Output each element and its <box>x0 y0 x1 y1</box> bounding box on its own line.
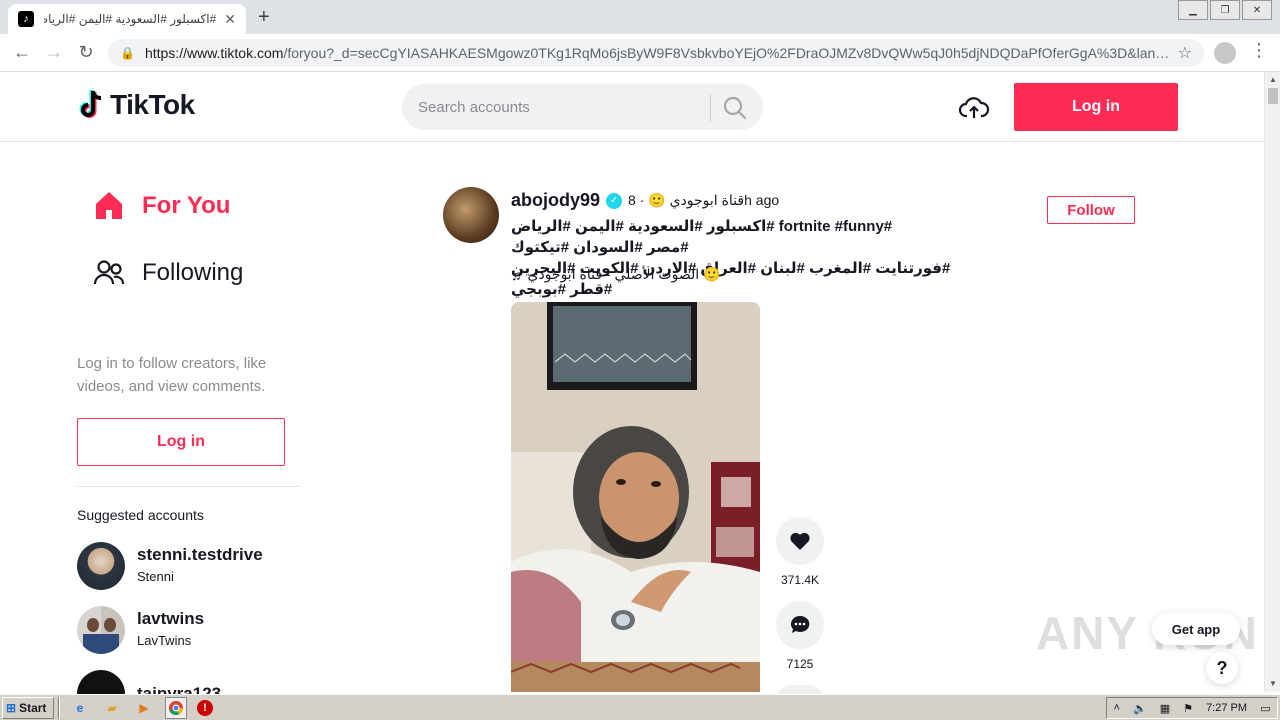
new-tab-icon[interactable]: + <box>258 6 270 29</box>
comment-icon <box>791 615 810 633</box>
post-author-meta: abojody99 ✓ قناة ابوجودي 🙂 · 8h ago <box>511 190 779 211</box>
forward-icon[interactable]: → <box>38 42 70 63</box>
url-text: https://www.tiktok.com/foryou?_d=secCgYI… <box>144 45 1170 61</box>
search-icon[interactable] <box>722 95 748 121</box>
suggested-accounts-title: Suggested accounts <box>77 507 204 523</box>
post-caption: #fortnite #funny #اكسبلور #السعودية #الي… <box>511 216 991 300</box>
browser-tab[interactable]: ♪ #اكسبلور #السعودية #اليمن #الرياض ✕ <box>8 4 246 34</box>
chrome-icon[interactable] <box>165 696 187 719</box>
verified-badge-icon: ✓ <box>606 192 623 209</box>
login-button-sidebar[interactable]: Log in <box>77 418 285 466</box>
suggested-account-nickname: Stenni <box>137 569 174 584</box>
music-title: الصوت الأصلي - قناة ابوجودي 🙂 <box>527 266 721 282</box>
minimize-icon[interactable]: ▁ <box>1178 0 1208 20</box>
search-bar <box>402 84 763 130</box>
address-bar[interactable]: 🔒 https://www.tiktok.com/foryou?_d=secCg… <box>108 39 1204 67</box>
restore-icon[interactable]: ❐ <box>1210 0 1240 20</box>
tab-close-icon[interactable]: ✕ <box>224 11 236 28</box>
logo-text: TikTok <box>110 89 195 120</box>
post-nickname-time: قناة ابوجودي 🙂 · 8h ago <box>628 192 780 208</box>
get-app-button[interactable]: Get app <box>1152 613 1240 645</box>
suggested-account-username: lavtwins <box>137 609 205 628</box>
tiktok-logo[interactable]: TikTok <box>78 89 195 121</box>
search-divider <box>710 94 711 122</box>
sidebar-item-for-you[interactable]: For You <box>92 188 243 224</box>
security-alert-icon[interactable]: ! <box>197 699 213 716</box>
start-button[interactable]: ⊞ Start <box>2 696 54 719</box>
comment-count: 7125 <box>786 657 814 671</box>
site-header: TikTok Log in <box>0 72 1264 142</box>
explorer-folder-icon[interactable]: ▰ <box>101 697 123 719</box>
close-window-icon[interactable]: ✕ <box>1242 0 1272 20</box>
avatar <box>77 542 125 590</box>
network-icon[interactable]: ▦ <box>1160 702 1170 715</box>
scroll-down-icon[interactable]: ▼ <box>1265 676 1280 692</box>
home-icon <box>96 192 122 219</box>
login-button-header[interactable]: Log in <box>1014 83 1178 131</box>
volume-icon[interactable]: 🔈 <box>1133 702 1147 715</box>
reload-icon[interactable]: ↻ <box>70 42 102 63</box>
profile-icon[interactable] <box>1214 42 1236 64</box>
video-player[interactable] <box>511 302 760 692</box>
music-note-icon: ♫ <box>511 266 522 283</box>
scroll-up-icon[interactable]: ▲ <box>1265 72 1280 88</box>
windows-taskbar: ⊞ Start e ▰ ▶ ! ˄ 🔈 ▦ ⚑ 7:27 PM ▭ <box>0 694 1280 720</box>
sidebar-item-label: For You <box>142 192 231 219</box>
browser-menu-icon[interactable]: ⋮ <box>1250 40 1268 61</box>
help-button[interactable]: ? <box>1206 652 1238 684</box>
avatar <box>77 606 125 654</box>
sidebar-nav: For You Following <box>92 188 243 322</box>
page-scrollbar[interactable]: ▲ ▼ <box>1264 72 1280 692</box>
people-icon <box>93 260 125 285</box>
post-music[interactable]: ♫ الصوت الأصلي - قناة ابوجودي 🙂 <box>511 266 720 283</box>
follow-button[interactable]: Follow <box>1047 196 1135 224</box>
comment-button[interactable] <box>776 601 824 649</box>
suggested-account-username: stenni.testdrive <box>137 545 263 564</box>
search-input[interactable] <box>418 98 708 116</box>
suggested-account[interactable]: lavtwins LavTwins <box>77 606 263 654</box>
upload-cloud-icon[interactable] <box>958 92 990 124</box>
suggested-account-nickname: LavTwins <box>137 633 192 648</box>
tiktok-favicon-icon: ♪ <box>18 11 34 27</box>
media-player-icon[interactable]: ▶ <box>133 697 155 719</box>
tab-title: #اكسبلور #السعودية #اليمن #الرياض <box>44 12 217 26</box>
show-desktop-icon[interactable]: ▭ <box>1260 702 1270 715</box>
browser-toolbar: ← → ↻ 🔒 https://www.tiktok.com/foryou?_d… <box>0 34 1280 72</box>
system-tray: ˄ 🔈 ▦ ⚑ 7:27 PM ▭ <box>1106 697 1278 719</box>
post-actions: 371.4K 7125 <box>776 517 824 701</box>
caption-line: #fortnite #funny #اكسبلور #السعودية #الي… <box>511 218 893 235</box>
bookmark-star-icon[interactable]: ☆ <box>1178 43 1192 63</box>
video-frame <box>511 302 760 692</box>
sidebar-item-label: Following <box>142 259 244 286</box>
tiktok-logo-icon <box>79 90 102 118</box>
flag-icon[interactable]: ⚑ <box>1183 702 1193 715</box>
windows-logo-icon: ⊞ <box>6 700 17 715</box>
scroll-thumb[interactable] <box>1268 88 1278 104</box>
post-username[interactable]: abojody99 <box>511 190 600 211</box>
sidebar-divider <box>77 486 300 487</box>
browser-titlebar: ♪ #اكسبلور #السعودية #اليمن #الرياض ✕ + … <box>0 0 1280 34</box>
login-hint-text: Log in to follow creators, like videos, … <box>77 355 267 395</box>
window-controls: ▁ ❐ ✕ <box>1178 0 1272 20</box>
ie-icon[interactable]: e <box>69 697 91 719</box>
like-button[interactable] <box>776 517 824 565</box>
back-icon[interactable]: ← <box>6 42 38 63</box>
heart-icon <box>790 532 810 550</box>
like-count: 371.4K <box>780 573 820 587</box>
sidebar-item-following[interactable]: Following <box>92 255 243 291</box>
caption-line: #مصر #السودان #تيكتوك <box>511 239 689 256</box>
start-label: Start <box>19 700 47 715</box>
post-author-avatar[interactable] <box>443 187 499 243</box>
taskbar-separator <box>58 696 60 719</box>
lock-icon: 🔒 <box>120 46 135 60</box>
tray-expand-icon[interactable]: ˄ <box>1114 702 1120 714</box>
suggested-account[interactable]: stenni.testdrive Stenni <box>77 542 263 590</box>
clock[interactable]: 7:27 PM <box>1206 702 1247 714</box>
